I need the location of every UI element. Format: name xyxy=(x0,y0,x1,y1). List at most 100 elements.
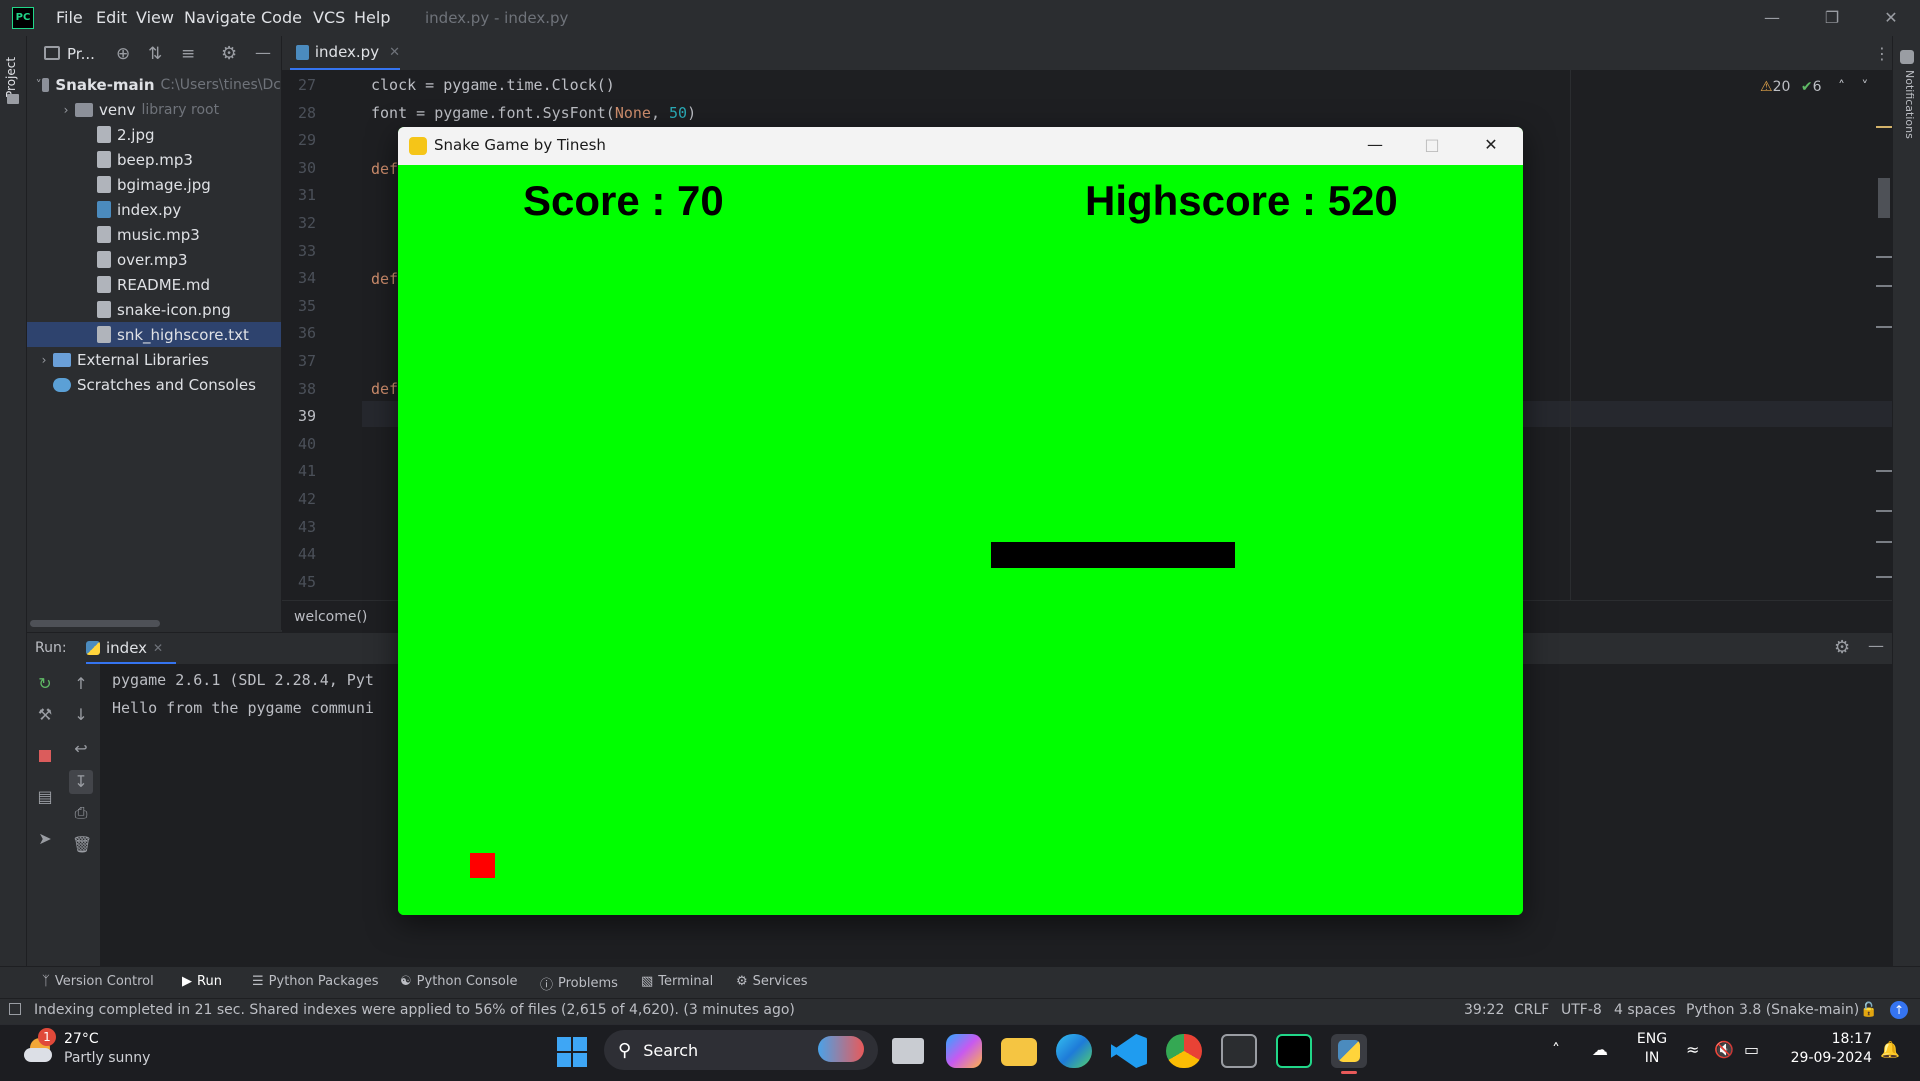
tool-terminal[interactable]: ▧ Terminal xyxy=(641,974,713,989)
error-stripe-mark[interactable] xyxy=(1876,576,1892,578)
menu-edit[interactable]: Edit xyxy=(96,8,127,27)
tray-overflow-icon[interactable]: ˄ xyxy=(1552,1040,1560,1059)
tool-run[interactable]: ▶ Run xyxy=(182,974,222,989)
search-highlight-icon[interactable] xyxy=(818,1036,864,1062)
update-icon[interactable]: ↑ xyxy=(1890,1001,1908,1019)
weather-temp[interactable]: 27°C xyxy=(64,1031,99,1047)
tree-item[interactable]: music.mp3 xyxy=(27,222,281,247)
status-line-separator[interactable]: CRLF xyxy=(1514,1002,1549,1018)
tree-item[interactable]: README.md xyxy=(27,272,281,297)
arrow-down-icon[interactable]: ↓ xyxy=(72,706,90,724)
tree-item[interactable]: beep.mp3 xyxy=(27,147,281,172)
error-stripe-mark[interactable] xyxy=(1876,126,1892,128)
tool-python-console[interactable]: ☯ Python Console xyxy=(400,974,517,989)
error-stripe-mark[interactable] xyxy=(1876,326,1892,328)
chrome-icon[interactable] xyxy=(1166,1034,1202,1068)
notification-bell-icon[interactable]: 🔔 xyxy=(1880,1040,1900,1059)
menu-help[interactable]: Help xyxy=(354,8,390,27)
more-tabs-icon[interactable]: ⋮ xyxy=(1874,44,1890,63)
tree-item[interactable]: over.mp3 xyxy=(27,247,281,272)
restore-icon[interactable]: ❐ xyxy=(1820,8,1844,28)
inspection-widget[interactable]: ⚠20 ✔6 ˄ ˅ xyxy=(1760,79,1868,95)
menu-file[interactable]: File xyxy=(56,8,83,27)
pin-icon[interactable]: ➤ xyxy=(36,830,54,848)
gear-icon[interactable]: ⚙ xyxy=(1834,637,1850,658)
start-windows-icon[interactable] xyxy=(557,1037,587,1067)
layout-icon[interactable]: ▤ xyxy=(36,788,54,806)
tool-problems[interactable]: ⓘ Problems xyxy=(540,974,618,993)
error-stripe-mark[interactable] xyxy=(1876,541,1892,543)
copilot-icon[interactable] xyxy=(946,1034,982,1068)
tree-item[interactable]: snk_highscore.txt xyxy=(27,322,281,347)
clock-time[interactable]: 18:17 xyxy=(1782,1031,1872,1047)
minimize-icon[interactable]: — xyxy=(1760,8,1784,28)
status-indent[interactable]: 4 spaces xyxy=(1614,1002,1676,1018)
language-top[interactable]: ENG xyxy=(1632,1031,1672,1047)
close-icon[interactable]: ✕ xyxy=(1476,135,1506,157)
status-message[interactable]: Indexing completed in 21 sec. Shared ind… xyxy=(34,1002,795,1018)
status-encoding[interactable]: UTF-8 xyxy=(1561,1002,1602,1018)
weather-desc[interactable]: Partly sunny xyxy=(64,1050,150,1066)
tree-horizontal-scrollbar[interactable] xyxy=(30,620,160,627)
tool-python-packages[interactable]: ☰ Python Packages xyxy=(252,974,379,989)
notifications-icon[interactable] xyxy=(1900,50,1914,64)
notifications-strip-label[interactable]: Notifications xyxy=(1898,70,1916,150)
tree-item[interactable]: 2.jpg xyxy=(27,122,281,147)
gear-icon[interactable]: ⚙ xyxy=(221,43,237,64)
maximize-icon[interactable]: □ xyxy=(1417,135,1447,157)
tree-item[interactable]: snake-icon.png xyxy=(27,297,281,322)
wifi-icon[interactable]: ≈ xyxy=(1686,1040,1699,1059)
status-position[interactable]: 39:22 xyxy=(1464,1002,1504,1018)
task-view-icon[interactable] xyxy=(892,1038,924,1064)
chevron-right-icon[interactable]: › xyxy=(35,353,53,367)
error-stripe-mark[interactable] xyxy=(1876,256,1892,258)
scroll-to-end-icon[interactable]: ↧ xyxy=(69,770,93,794)
menu-vcs[interactable]: VCS xyxy=(313,8,345,27)
game-canvas[interactable]: Score : 70 Highscore : 520 xyxy=(398,165,1523,915)
soft-wrap-icon[interactable]: ↩ xyxy=(72,740,90,758)
battery-icon[interactable]: ▭ xyxy=(1744,1040,1759,1059)
file-explorer-icon[interactable] xyxy=(1001,1038,1037,1066)
breadcrumb[interactable]: welcome() xyxy=(294,609,367,625)
print-icon[interactable]: ⎙ xyxy=(72,804,90,822)
terminal-app-icon[interactable] xyxy=(1221,1034,1257,1068)
error-stripe-mark[interactable] xyxy=(1876,510,1892,512)
tool-services[interactable]: ⚙ Services xyxy=(736,974,807,989)
trash-icon[interactable]: 🗑 xyxy=(72,836,92,854)
expand-all-icon[interactable]: ⇅ xyxy=(148,44,162,64)
hide-panel-icon[interactable]: — xyxy=(1868,636,1884,655)
language-bottom[interactable]: IN xyxy=(1632,1050,1672,1066)
tree-item[interactable]: › External Libraries xyxy=(27,347,281,372)
hide-panel-icon[interactable]: — xyxy=(255,43,271,62)
tab-close-icon[interactable]: ✕ xyxy=(153,641,163,655)
rerun-icon[interactable]: ↻ xyxy=(36,675,54,693)
chevron-up-icon[interactable]: ˄ xyxy=(1838,79,1845,95)
run-tab-index[interactable]: index ✕ xyxy=(86,634,176,664)
editor-tab-index-py[interactable]: index.py ✕ xyxy=(290,36,400,70)
error-stripe-mark[interactable] xyxy=(1876,470,1892,472)
python-app-icon-active[interactable] xyxy=(1331,1034,1367,1068)
tree-item[interactable]: ˅ Snake-main C:\Users\tines\Dc xyxy=(27,72,281,97)
onedrive-off-icon[interactable]: ☁ xyxy=(1592,1040,1608,1059)
tab-close-icon[interactable]: ✕ xyxy=(389,45,400,60)
clock-date[interactable]: 29-09-2024 xyxy=(1782,1050,1872,1066)
tool-version-control[interactable]: ᛉ Version Control xyxy=(42,974,154,989)
status-interpreter[interactable]: Python 3.8 (Snake-main) xyxy=(1686,1002,1859,1018)
error-stripe-mark[interactable] xyxy=(1876,285,1892,287)
chevron-right-icon[interactable]: › xyxy=(57,103,75,117)
status-toggle-icon[interactable] xyxy=(9,1003,21,1015)
volume-muted-icon[interactable]: 🔇 xyxy=(1714,1040,1734,1059)
tree-item[interactable]: Scratches and Consoles xyxy=(27,372,281,397)
project-tab-label[interactable]: Pr... xyxy=(67,45,95,63)
chevron-down-icon[interactable]: ˅ xyxy=(35,78,42,92)
locate-icon[interactable]: ⊕ xyxy=(116,44,130,64)
stop-icon[interactable] xyxy=(39,750,51,762)
wrench-icon[interactable]: ⚒ xyxy=(36,706,54,724)
close-icon[interactable]: ✕ xyxy=(1879,8,1903,28)
editor-scrollbar-thumb[interactable] xyxy=(1878,178,1890,218)
snake-game-window[interactable]: Snake Game by Tinesh — □ ✕ Score : 70 Hi… xyxy=(398,127,1523,915)
tree-item[interactable]: bgimage.jpg xyxy=(27,172,281,197)
tree-item[interactable]: › venv library root xyxy=(27,97,281,122)
collapse-all-icon[interactable]: ≡ xyxy=(181,44,195,64)
arrow-up-icon[interactable]: ↑ xyxy=(72,675,90,693)
